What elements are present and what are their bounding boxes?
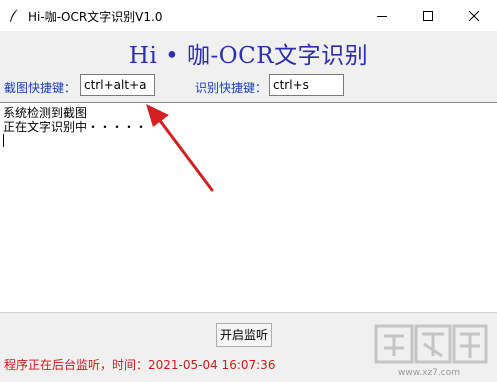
watermark-url: www.xz7.com bbox=[398, 368, 460, 378]
watermark-logo bbox=[374, 324, 488, 364]
